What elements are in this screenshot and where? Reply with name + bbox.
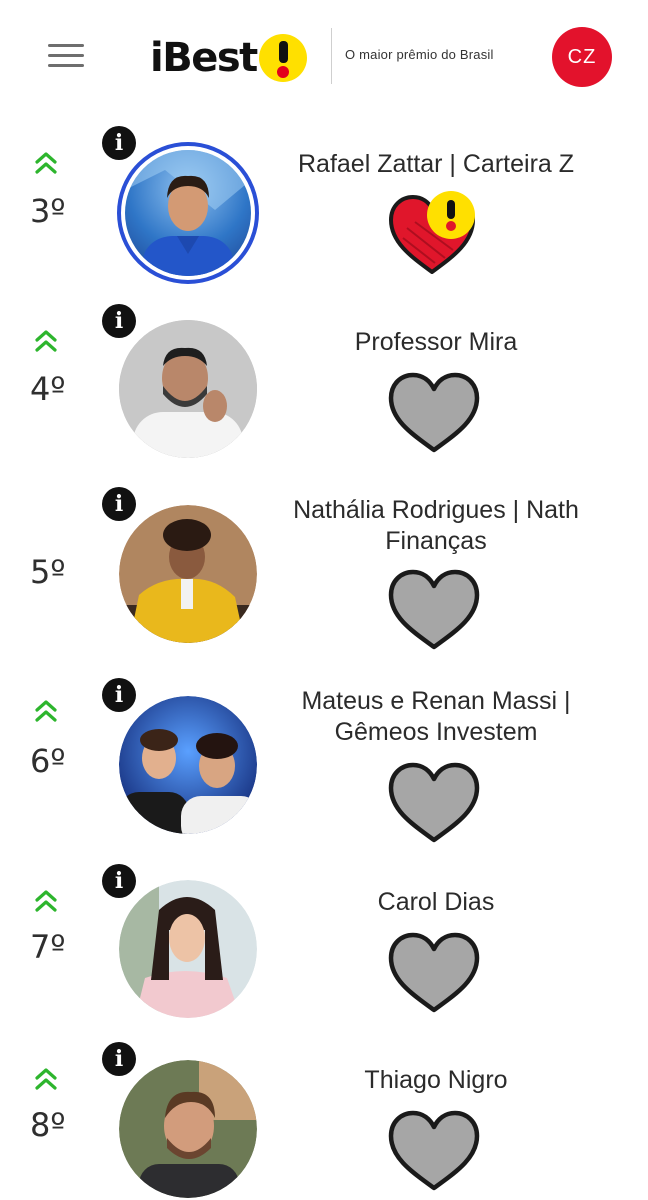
info-icon[interactable]: i (102, 864, 136, 898)
rank-position: 4º (30, 370, 66, 408)
rank-position: 8º (30, 1106, 66, 1144)
candidate-photo[interactable] (119, 1060, 257, 1198)
candidate-name: Thiago Nigro (364, 1066, 508, 1094)
ranking-row: 7º i Carol Dias (0, 862, 648, 1037)
ranking-row: 5º i Nathália Rodrigues | Nath Finanças (0, 485, 648, 670)
candidate-photo[interactable] (119, 505, 257, 643)
user-avatar-button[interactable]: CZ (552, 27, 612, 87)
candidate-name: Nathália Rodrigues | Nath Finanças (293, 496, 579, 555)
exclamation-badge-icon (258, 34, 307, 82)
ranking-row: 3º i Rafael Zattar | Carteira Z (0, 120, 648, 295)
ranking-row: 6º i Mateus e Renan Massi | Gêmeos Inves… (0, 676, 648, 851)
ranking-row: 4º i Professor Mira (0, 298, 648, 473)
trend-up-icon (35, 700, 57, 722)
heart-empty-icon[interactable] (385, 926, 483, 1018)
candidate-photo[interactable] (119, 320, 257, 458)
app-header: iBest O maior prêmio do Brasil CZ (0, 0, 648, 112)
info-icon[interactable]: i (102, 126, 136, 160)
header-tagline: O maior prêmio do Brasil (345, 47, 494, 62)
trend-up-icon (35, 890, 57, 912)
candidate-name: Mateus e Renan Massi | Gêmeos Investem (301, 687, 571, 746)
rank-position: 5º (30, 553, 66, 591)
info-icon[interactable]: i (102, 1042, 136, 1076)
heart-voted-icon[interactable] (385, 188, 483, 280)
logo-wordmark: iBest (150, 35, 258, 81)
header-divider (331, 28, 332, 84)
candidate-name: Rafael Zattar | Carteira Z (297, 150, 575, 178)
info-icon[interactable]: i (102, 487, 136, 521)
heart-empty-icon[interactable] (385, 756, 483, 848)
heart-empty-icon[interactable] (385, 1104, 483, 1196)
heart-empty-icon[interactable] (385, 563, 483, 655)
info-icon[interactable]: i (102, 678, 136, 712)
ranking-row: 8º i Thiago Nigro (0, 1040, 648, 1200)
candidate-name: Carol Dias (377, 888, 495, 916)
trend-up-icon (35, 1068, 57, 1090)
candidate-name: Professor Mira (354, 328, 518, 356)
heart-empty-icon[interactable] (385, 366, 483, 458)
ibest-logo[interactable]: iBest (150, 30, 307, 86)
trend-up-icon (35, 152, 57, 174)
rank-position: 6º (30, 742, 66, 780)
trend-up-icon (35, 330, 57, 352)
rank-position: 7º (30, 928, 66, 966)
candidate-photo[interactable] (119, 696, 257, 834)
hamburger-menu-icon[interactable] (48, 44, 84, 70)
candidate-photo[interactable] (119, 880, 257, 1018)
rank-position: 3º (30, 192, 66, 230)
info-icon[interactable]: i (102, 304, 136, 338)
candidate-photo[interactable] (117, 142, 259, 284)
